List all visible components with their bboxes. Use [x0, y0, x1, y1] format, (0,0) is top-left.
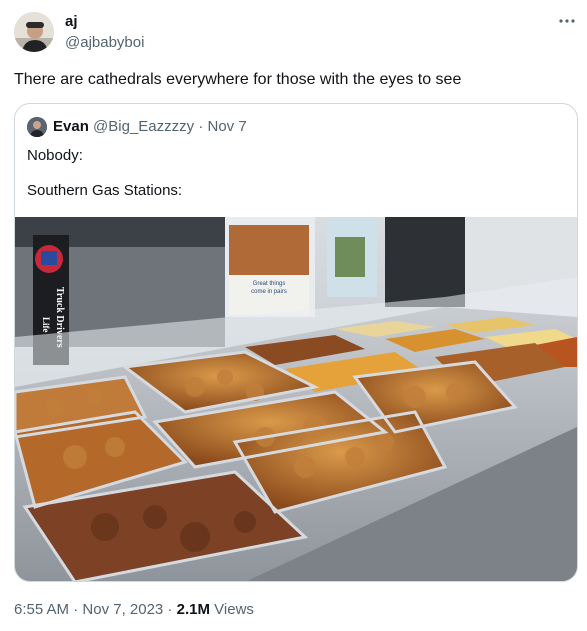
quoted-text-line-1: Nobody:: [27, 147, 83, 164]
sign-text-2: Life: [41, 317, 51, 333]
meta-separator-2: ·: [167, 601, 173, 618]
poster-line-2: come in pairs: [251, 289, 287, 295]
tweet-text: There are cathedrals everywhere for thos…: [14, 71, 462, 88]
author-handle[interactable]: @ajbabyboi: [65, 34, 144, 51]
views-label: Views: [214, 601, 254, 618]
quoted-tweet-card[interactable]: Evan @Big_Eazzzzy · Nov 7 Nobody: Southe…: [14, 103, 578, 582]
more-options-button[interactable]: [555, 8, 579, 32]
tweet-date[interactable]: Nov 7, 2023: [82, 601, 163, 618]
author-avatar-image: [14, 12, 54, 52]
more-horizontal-icon: [558, 11, 576, 29]
quoted-avatar-image: [27, 117, 47, 137]
views-count[interactable]: 2.1M: [177, 601, 210, 618]
quoted-author-name[interactable]: Evan: [53, 118, 89, 135]
meta-separator: ·: [73, 601, 79, 618]
author-avatar[interactable]: [14, 12, 54, 52]
tweet-time[interactable]: 6:55 AM: [14, 601, 69, 618]
quoted-text-line-2: Southern Gas Stations:: [27, 182, 183, 199]
quoted-date[interactable]: Nov 7: [207, 118, 246, 135]
quoted-author-avatar[interactable]: [27, 117, 47, 137]
poster-line-1: Great things: [253, 281, 286, 287]
tweet-meta: 6:55 AM · Nov 7, 2023 · 2.1M Views: [14, 601, 254, 618]
quoted-header: Evan @Big_Eazzzzy · Nov 7: [53, 118, 247, 135]
quoted-photo[interactable]: Great things come in pairs Truck Drivers…: [15, 217, 577, 581]
author-name[interactable]: aj: [65, 13, 78, 30]
food-buffet-photo: Great things come in pairs Truck Drivers…: [15, 217, 577, 581]
quoted-author-handle[interactable]: @Big_Eazzzzy: [93, 118, 194, 135]
quoted-separator: ·: [198, 118, 204, 135]
